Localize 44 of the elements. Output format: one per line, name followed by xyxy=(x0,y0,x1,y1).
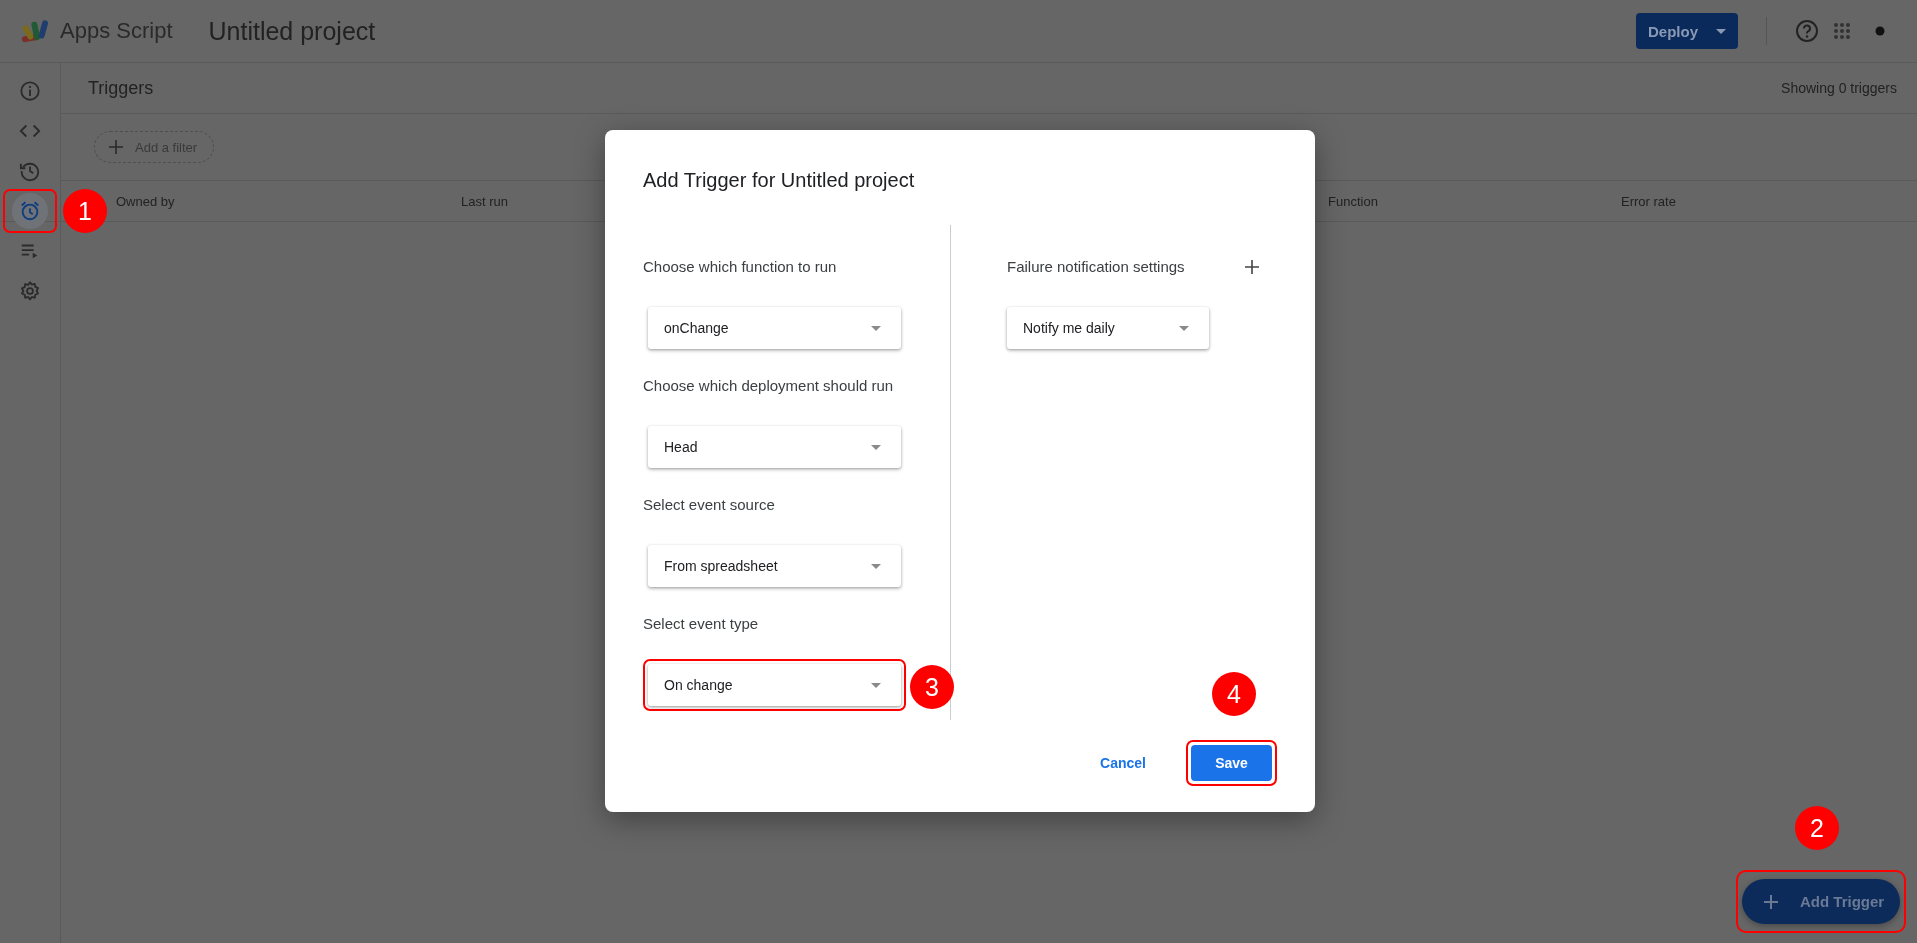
caret-icon xyxy=(1716,28,1726,34)
field-label: Choose which deployment should run xyxy=(643,376,895,396)
column-header: Last run xyxy=(461,193,508,209)
field-label: Choose which function to run xyxy=(643,257,838,277)
page-title: Triggers xyxy=(88,77,154,99)
project-title[interactable]: Untitled project xyxy=(208,16,376,46)
caret-icon xyxy=(871,325,881,331)
callout-number: 3 xyxy=(910,665,954,709)
caret-icon xyxy=(1179,325,1189,331)
dialog-title: Add Trigger for Untitled project xyxy=(643,168,916,192)
column-header: Function xyxy=(1328,193,1378,209)
column-header: Error rate xyxy=(1621,193,1676,209)
trigger-count: Showing 0 triggers xyxy=(1781,80,1897,96)
plus-icon xyxy=(109,140,123,154)
callout-number: 4 xyxy=(1212,672,1256,716)
dropdown[interactable]: Notify me daily xyxy=(1007,307,1209,349)
field-label: Select event type xyxy=(643,614,760,634)
dropdown[interactable]: On change xyxy=(648,664,901,706)
column-header: Owned by xyxy=(116,193,175,209)
help-icon[interactable] xyxy=(1795,19,1819,43)
add-trigger-button[interactable]: Add Trigger xyxy=(1742,879,1900,924)
dropdown[interactable]: Head xyxy=(648,426,901,468)
info-icon xyxy=(19,80,41,102)
field-label: Select event source xyxy=(643,495,776,515)
dropdown[interactable]: onChange xyxy=(648,307,901,349)
cancel-button[interactable]: Cancel xyxy=(1090,747,1156,779)
avatar-icon[interactable] xyxy=(1875,26,1885,36)
callout-number: 1 xyxy=(63,189,107,233)
caret-icon xyxy=(871,682,881,688)
sidebar-item[interactable] xyxy=(12,193,48,229)
field-label: Failure notification settings xyxy=(1007,257,1185,277)
plus-icon xyxy=(1764,894,1778,909)
alarm-clock-icon xyxy=(19,200,41,222)
settings-icon xyxy=(19,280,41,302)
callout-number: 2 xyxy=(1795,806,1839,850)
dropdown[interactable]: From spreadsheet xyxy=(648,545,901,587)
plus-icon[interactable] xyxy=(1244,260,1259,274)
caret-icon xyxy=(871,444,881,450)
caret-icon xyxy=(871,563,881,569)
app-name: Apps Script xyxy=(60,18,173,44)
save-button[interactable]: Save xyxy=(1191,745,1272,781)
apps-grid-icon[interactable] xyxy=(1833,22,1851,40)
deploy-button[interactable]: Deploy xyxy=(1636,13,1738,49)
history-icon xyxy=(19,160,41,182)
